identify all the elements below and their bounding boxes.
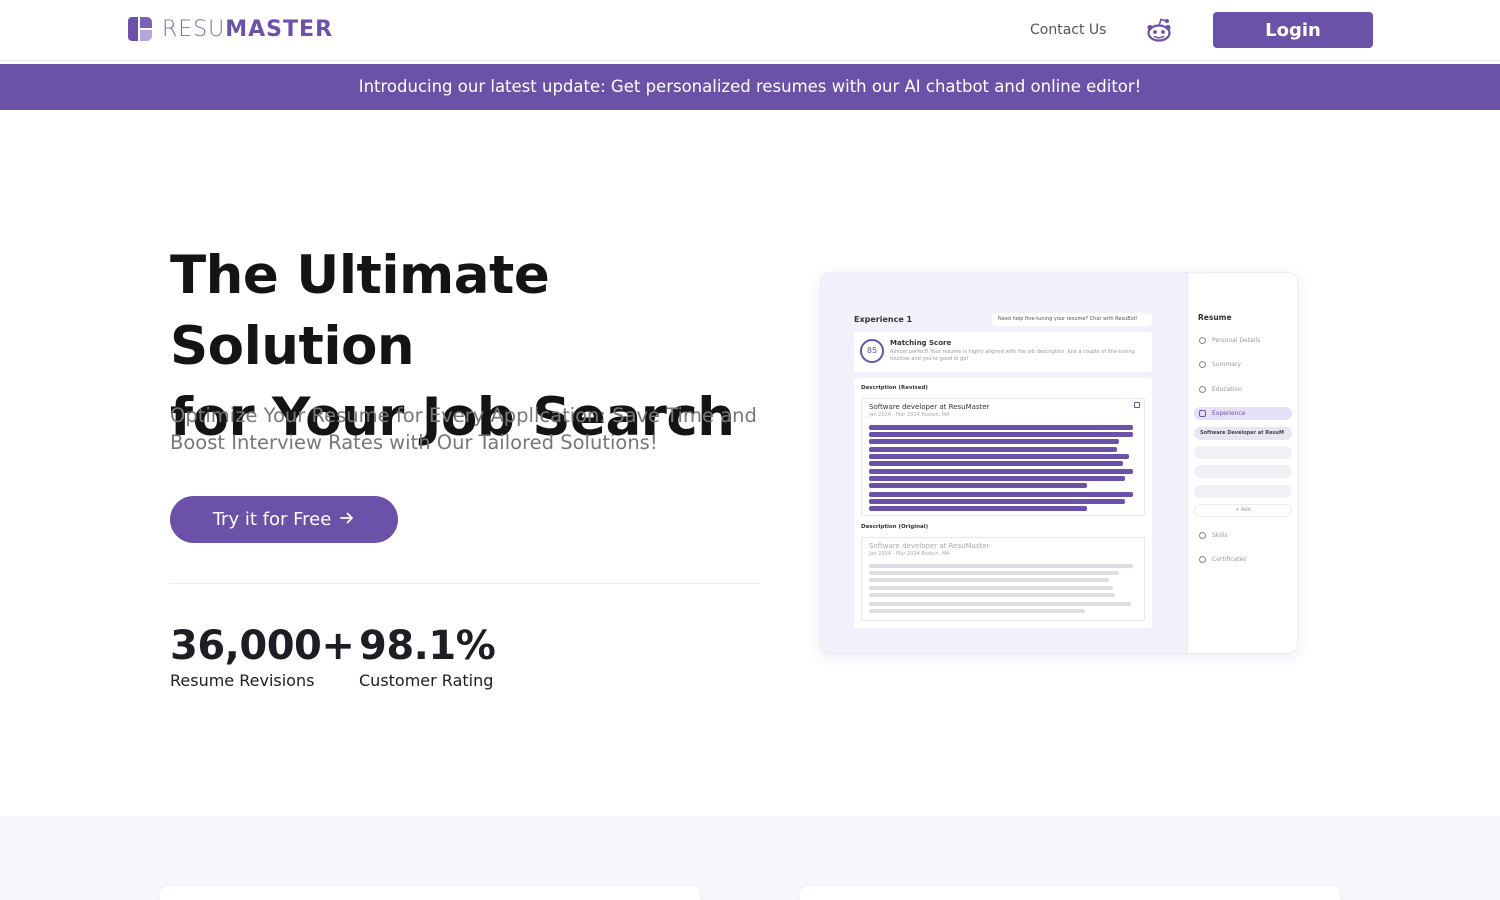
top-nav: RESUMASTER Contact Us Login — [0, 0, 1500, 61]
preview-sidebar-item-personal-details: Personal Details — [1194, 334, 1292, 347]
product-preview-image: Experience 1 Need help fine-tuning your … — [820, 272, 1298, 654]
preview-text-line — [869, 461, 1123, 466]
preview-text-line — [869, 593, 1115, 597]
graduation-cap-icon — [1199, 386, 1206, 393]
hero-subtitle: Optimize Your Resume for Every Applicati… — [170, 404, 757, 454]
preview-text-line — [869, 469, 1133, 474]
badge-icon — [1199, 556, 1206, 563]
preview-section-title: Experience 1 — [854, 315, 913, 324]
user-circle-icon — [1199, 337, 1206, 344]
preview-original-heading: Description (Original) — [861, 524, 929, 530]
feature-card-left — [160, 886, 700, 900]
briefcase-icon — [1199, 410, 1206, 417]
preview-sidebar-placeholder — [1194, 446, 1292, 459]
stat-label: Customer Rating — [359, 671, 494, 690]
preview-score-ring: 85 — [860, 339, 884, 363]
preview-text-line — [869, 586, 1113, 590]
preview-text-line — [869, 609, 1085, 613]
announcement-banner: Introducing our latest update: Get perso… — [0, 64, 1500, 110]
preview-sidebar-placeholder — [1194, 485, 1292, 498]
preview-sidebar-placeholder — [1194, 465, 1292, 478]
preview-job-title: Software developer at ResuMaster — [869, 542, 990, 550]
preview-text-line — [869, 476, 1125, 481]
preview-text-line — [869, 454, 1129, 459]
preview-sidebar-item-summary: Summary — [1194, 358, 1292, 371]
preview-original-box: Software developer at ResuMaster Jan 202… — [861, 537, 1145, 621]
preview-text-line — [869, 564, 1133, 568]
preview-sidebar-item-certificates: Certificates — [1194, 553, 1292, 566]
preview-chat-prompt: Need help fine-tuning your resume? Chat … — [991, 313, 1153, 326]
preview-text-line — [869, 425, 1133, 430]
logo-text: RESUMASTER — [162, 16, 334, 42]
preview-sidebar-add: + Add — [1194, 504, 1292, 517]
preview-text-line — [869, 439, 1119, 444]
preview-sidebar-subitem: Software Developer at ResuM — [1194, 427, 1292, 440]
stat-label: Resume Revisions — [170, 671, 315, 690]
preview-matching-score-card: 85 Matching Score Almost perfect! Your r… — [854, 332, 1152, 372]
preview-editor: Experience 1 Need help fine-tuning your … — [821, 273, 1187, 653]
arrow-right-icon — [339, 509, 355, 530]
preview-text-line — [869, 447, 1117, 452]
preview-sidebar-item-experience: Experience — [1194, 407, 1292, 420]
preview-description-card: Description (Revised) Software developer… — [854, 378, 1152, 628]
preview-revised-heading: Description (Revised) — [861, 385, 928, 391]
logo-mark-icon — [128, 17, 152, 41]
try-free-label: Try it for Free — [212, 509, 332, 530]
preview-job-meta: Jan 2024 - Mar 2024 Boston, MA — [869, 551, 950, 557]
copy-icon — [1134, 402, 1140, 408]
preview-revised-box: Software developer at ResuMaster Jan 202… — [861, 398, 1145, 516]
stat-value: 98.1% — [359, 623, 496, 669]
preview-sidebar-item-skills: Skills — [1194, 529, 1292, 542]
lightning-icon — [1199, 532, 1206, 539]
hero-title-line-1: The Ultimate Solution — [170, 245, 550, 377]
try-free-button[interactable]: Try it for Free — [170, 496, 398, 543]
preview-text-line — [869, 602, 1131, 606]
preview-sidebar-item-education: Education — [1194, 383, 1292, 396]
preview-text-line — [869, 506, 1087, 511]
preview-text-line — [869, 499, 1125, 504]
contact-us-link[interactable]: Contact Us — [1030, 22, 1106, 38]
preview-text-line — [869, 432, 1133, 437]
preview-job-meta: Jan 2024 - Mar 2024 Boston, MA — [869, 412, 950, 418]
preview-score-text: Almost perfect! Your resume is highly al… — [890, 349, 1135, 362]
stat-value: 36,000+ — [170, 623, 355, 669]
feature-card-right — [800, 886, 1340, 900]
preview-text-line — [869, 492, 1133, 497]
preview-text-line — [869, 571, 1119, 575]
preview-score-title: Matching Score — [890, 339, 952, 347]
stat-resume-revisions: 36,000+ Resume Revisions — [170, 622, 355, 691]
reddit-icon[interactable] — [1145, 16, 1173, 44]
preview-text-line — [869, 483, 1087, 488]
logo[interactable]: RESUMASTER — [128, 16, 334, 42]
preview-sidebar: Resume Personal Details Summary Educatio… — [1187, 273, 1297, 653]
preview-sidebar-title: Resume — [1198, 313, 1232, 322]
login-button[interactable]: Login — [1213, 12, 1373, 48]
lines-icon — [1199, 361, 1206, 368]
hero-divider — [170, 583, 760, 584]
stat-customer-rating: 98.1% Customer Rating — [359, 622, 496, 691]
preview-text-line — [869, 578, 1109, 582]
preview-job-title: Software developer at ResuMaster — [869, 403, 990, 411]
